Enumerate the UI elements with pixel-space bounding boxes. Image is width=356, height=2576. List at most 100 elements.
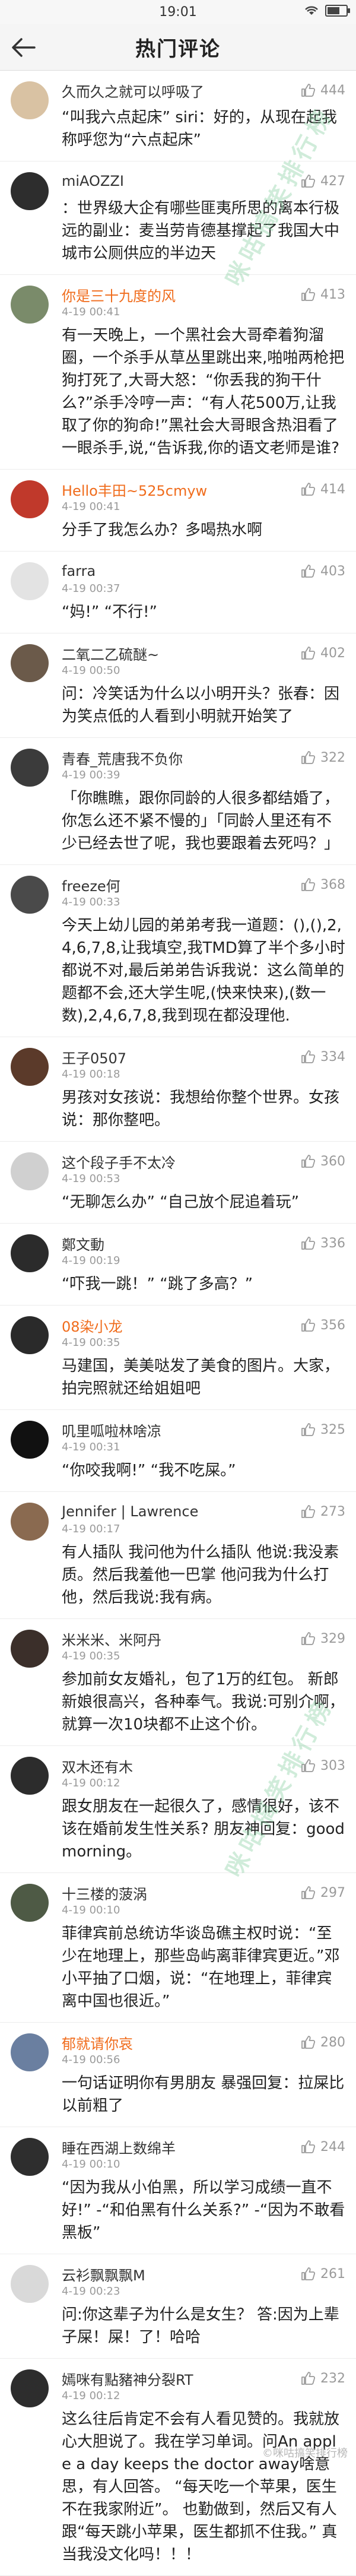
comment-username[interactable]: 这个段子手不太冷	[62, 1151, 176, 1172]
like-button[interactable]: 360	[300, 1154, 345, 1169]
comment-username[interactable]: 你是三十九度的风	[62, 284, 176, 305]
avatar[interactable]	[11, 562, 49, 600]
page-title: 热门评论	[135, 37, 221, 61]
thumbs-up-icon	[301, 1632, 316, 1645]
like-button[interactable]: 244	[300, 2139, 345, 2154]
comment-username[interactable]: 米米米、米阿丹	[62, 1628, 161, 1649]
comment-time: 4-19 00:35	[62, 1336, 120, 1349]
avatar[interactable]	[11, 2265, 49, 2303]
comment-text: 马建国，美美哒发了美食的图片。大家，拍完照就还给姐姐吧	[62, 1357, 340, 1398]
like-button[interactable]: 427	[300, 173, 345, 189]
avatar[interactable]	[11, 81, 49, 119]
comment-username[interactable]: 双木还有木	[62, 1756, 133, 1776]
comment-username[interactable]: Hello丰田~525cmyw	[62, 479, 207, 500]
like-button[interactable]: 232	[300, 2371, 345, 2386]
comment-text: “你咬我啊!” “我不吃屎。”	[62, 1462, 236, 1479]
like-button[interactable]: 444	[300, 83, 345, 98]
thumbs-up-icon	[301, 751, 316, 764]
back-arrow-icon[interactable]	[11, 36, 37, 59]
status-icons	[304, 5, 350, 17]
comment-username[interactable]: 云衫飘飘飘M	[62, 2264, 145, 2285]
comment-username[interactable]: freeze何	[62, 874, 120, 895]
like-button[interactable]: 325	[300, 1422, 345, 1437]
comment-username[interactable]: 睡在西湖上数绵羊	[62, 2137, 176, 2157]
comment-time: 4-19 00:41	[62, 306, 120, 318]
comment-text: 男孩对女孩说：我想给你整个世界。女孩说：那你整吧。	[62, 1089, 340, 1129]
comment-time: 4-19 00:50	[62, 664, 120, 677]
like-button[interactable]: 329	[300, 1631, 345, 1646]
like-count: 356	[320, 1317, 345, 1333]
like-button[interactable]: 413	[300, 287, 345, 302]
thumbs-up-icon	[301, 1050, 316, 1063]
comment-username[interactable]: 久而久之就可以呼吸了	[62, 80, 204, 101]
avatar[interactable]	[11, 1757, 49, 1795]
avatar[interactable]	[11, 876, 49, 914]
comment-time: 4-19 00:39	[62, 769, 120, 781]
like-button[interactable]: 297	[300, 1885, 345, 1900]
comment-time: 4-19 00:19	[62, 1254, 120, 1267]
comment-item: 郁就请你哀 4-19 00:56 一句话证明你有男朋友 暴强回复：拉屎比以前粗了 28…	[0, 2023, 356, 2127]
comment-username[interactable]: 青春_荒唐我不负你	[62, 747, 183, 768]
comment-username[interactable]: 王子0507	[62, 1047, 126, 1067]
battery-icon	[325, 5, 350, 17]
avatar[interactable]	[11, 480, 49, 518]
comment-text: 「你瞧瞧，跟你同龄的人很多都结婚了，你怎么还不紧不慢的」「同龄人里还有不少已经去…	[62, 790, 340, 853]
comment-list: 久而久之就可以呼吸了 “叫我六点起床” siri：好的，从现在起我称呼您为“六点起…	[0, 71, 356, 2576]
avatar[interactable]	[11, 1048, 49, 1086]
thumbs-up-icon	[301, 1505, 316, 1518]
thumbs-up-icon	[301, 2036, 316, 2049]
like-button[interactable]: 334	[300, 1049, 345, 1064]
avatar[interactable]	[11, 172, 49, 210]
avatar[interactable]	[11, 644, 49, 682]
comment-username[interactable]: 叽里呱啦林啥凉	[62, 1420, 161, 1440]
avatar[interactable]	[11, 1630, 49, 1668]
like-button[interactable]: 402	[300, 645, 345, 661]
avatar[interactable]	[11, 1884, 49, 1922]
like-count: 325	[320, 1422, 345, 1437]
avatar[interactable]	[11, 1316, 49, 1354]
avatar[interactable]	[11, 1234, 49, 1272]
avatar[interactable]	[11, 1421, 49, 1459]
comment-item: 二氧二乙硫醚~ 4-19 00:50 问：冷笑话为什么以小明开头？张春：因为笑点低的…	[0, 633, 356, 738]
avatar[interactable]	[11, 1152, 49, 1190]
comment-text: 问：冷笑话为什么以小明开头？张春：因为笑点低的人看到小明就开始笑了	[62, 685, 340, 725]
avatar[interactable]	[11, 2138, 49, 2176]
status-time: 19:01	[159, 4, 197, 20]
avatar[interactable]	[11, 2369, 49, 2407]
avatar[interactable]	[11, 286, 49, 324]
comment-text: 一句话证明你有男朋友 暴强回复：拉屎比以前粗了	[62, 2074, 345, 2115]
comment-username[interactable]: 郁就请你哀	[62, 2032, 133, 2053]
avatar[interactable]	[11, 1503, 49, 1541]
comment-username[interactable]: farra	[62, 563, 96, 579]
like-button[interactable]: 280	[300, 2035, 345, 2050]
like-button[interactable]: 273	[300, 1504, 345, 1519]
comment-username[interactable]: 嫣咪有點豬神分裂RT	[62, 2368, 193, 2389]
comment-username[interactable]: 十三楼的菠涡	[62, 1883, 147, 1903]
comment-time: 4-19 00:53	[62, 1173, 120, 1185]
avatar[interactable]	[11, 749, 49, 787]
comment-username[interactable]: 二氧二乙硫醚~	[62, 643, 159, 664]
like-count: 297	[320, 1885, 345, 1900]
like-button[interactable]: 356	[300, 1317, 345, 1333]
thumbs-up-icon	[301, 84, 316, 97]
like-button[interactable]: 403	[300, 563, 345, 579]
comment-time: 4-19 00:56	[62, 2054, 120, 2066]
like-button[interactable]: 414	[300, 481, 345, 497]
comment-username[interactable]: 鄭文動	[62, 1233, 104, 1254]
like-count: 244	[320, 2139, 345, 2154]
like-count: 329	[320, 1631, 345, 1646]
like-button[interactable]: 303	[300, 1758, 345, 1773]
comment-text: 参加前女友婚礼，包了1万的红包。 新郎新娘很高兴，各种奉气。我说:可别介啊，就算…	[62, 1671, 345, 1734]
like-button[interactable]: 261	[300, 2266, 345, 2282]
avatar[interactable]	[11, 2033, 49, 2071]
like-button[interactable]: 368	[300, 877, 345, 892]
comment-item: 米米米、米阿丹 4-19 00:35 参加前女友婚礼，包了1万的红包。 新郎新娘很高…	[0, 1619, 356, 1746]
comment-username[interactable]: Jennifer | Lawrence	[62, 1503, 198, 1520]
like-count: 368	[320, 877, 345, 892]
comment-username[interactable]: 08染小龙	[62, 1315, 123, 1336]
comment-time: 4-19 00:31	[62, 1441, 120, 1453]
like-button[interactable]: 322	[300, 750, 345, 765]
thumbs-up-icon	[301, 2267, 316, 2280]
comment-username[interactable]: miAOZZI	[62, 173, 124, 189]
like-button[interactable]: 336	[300, 1235, 345, 1251]
